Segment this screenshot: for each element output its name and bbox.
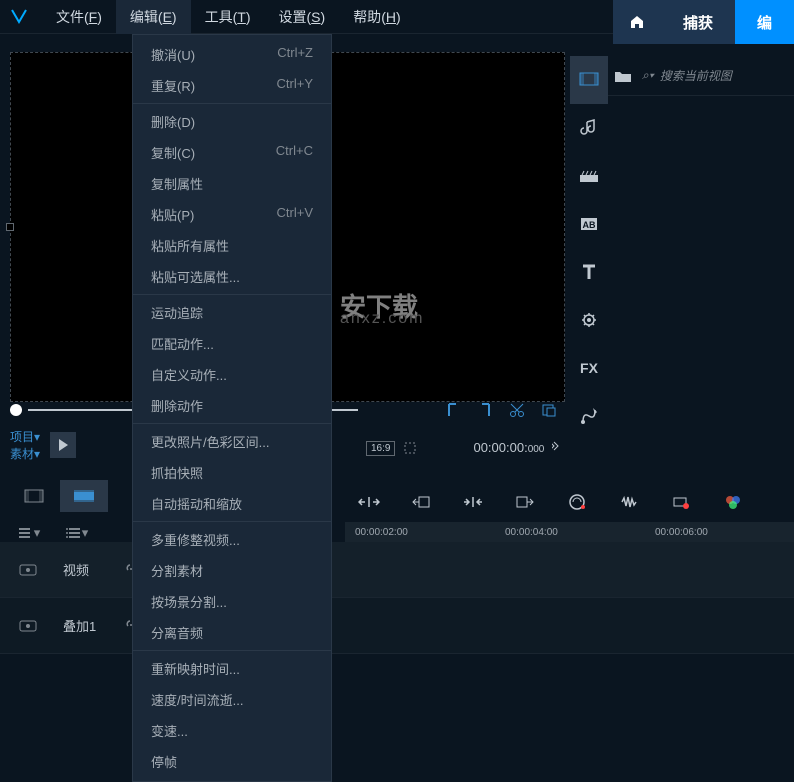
edit-menu-dropdown: 撤消(U)Ctrl+Z重复(R)Ctrl+Y删除(D)复制(C)Ctrl+C复制… bbox=[132, 34, 332, 782]
fit-button[interactable] bbox=[355, 488, 383, 516]
audio-button[interactable] bbox=[615, 488, 643, 516]
menu-item[interactable]: 分割素材 bbox=[133, 555, 331, 586]
menu-file[interactable]: 文件(F) bbox=[42, 0, 116, 34]
menu-item[interactable]: 删除(D) bbox=[133, 106, 331, 137]
menu-item[interactable]: 删除动作 bbox=[133, 390, 331, 424]
tab-capture[interactable]: 捕获 bbox=[661, 0, 735, 44]
menu-item[interactable]: 更改照片/色彩区间... bbox=[133, 426, 331, 457]
track-options-icon[interactable]: ▾ bbox=[58, 522, 96, 544]
path-category-icon[interactable] bbox=[570, 392, 608, 440]
menu-item[interactable]: 运动追踪 bbox=[133, 297, 331, 328]
storyboard-mode[interactable] bbox=[10, 480, 58, 512]
menu-item[interactable]: 撤消(U)Ctrl+Z bbox=[133, 39, 331, 70]
menu-help[interactable]: 帮助(H) bbox=[339, 0, 414, 34]
ruler-tick: 00:00:04:00 bbox=[505, 527, 558, 538]
menu-item[interactable]: 粘贴(P)Ctrl+V bbox=[133, 199, 331, 230]
prev-edit-button[interactable] bbox=[407, 488, 435, 516]
menu-item[interactable]: 重新映射时间... bbox=[133, 653, 331, 684]
text-category-icon[interactable] bbox=[570, 248, 608, 296]
title-category-icon[interactable]: AB bbox=[570, 200, 608, 248]
effects-button[interactable] bbox=[563, 488, 591, 516]
graphics-category-icon[interactable] bbox=[570, 296, 608, 344]
menu-item[interactable]: 自定义动作... bbox=[133, 359, 331, 390]
tab-edit[interactable]: 编 bbox=[735, 0, 794, 44]
ruler-tick: 00:00:06:00 bbox=[655, 527, 708, 538]
media-category-icon[interactable] bbox=[570, 56, 608, 104]
search-icon: ⌕▾ bbox=[642, 68, 654, 83]
aspect-ratio[interactable]: 16:9 bbox=[366, 441, 395, 456]
library-category-bar: AB FX bbox=[570, 56, 608, 440]
watermark-sub: anxz.com bbox=[340, 310, 424, 328]
mark-in-icon[interactable] bbox=[441, 398, 465, 422]
menu-item[interactable]: 粘贴可选属性... bbox=[133, 261, 331, 295]
timeline-tracks: 视频 ▾ 叠加1 ▾ bbox=[0, 542, 794, 654]
menu-item[interactable]: 粘贴所有属性 bbox=[133, 230, 331, 261]
split-icon[interactable] bbox=[537, 398, 561, 422]
track-visibility-icon[interactable] bbox=[0, 598, 55, 653]
track-label: 叠加1 bbox=[55, 612, 125, 639]
aspect-timecode: 16:9 00:00:00:000 bbox=[366, 440, 560, 456]
playhead-dot[interactable] bbox=[10, 404, 22, 416]
timeline-toolbar bbox=[355, 488, 747, 516]
mark-out-icon[interactable] bbox=[473, 398, 497, 422]
fx-category-icon[interactable]: FX bbox=[570, 344, 608, 392]
track-util-bar: ▾ ▾ bbox=[10, 522, 96, 544]
color-button[interactable] bbox=[719, 488, 747, 516]
menu-item[interactable]: 多重修整视频... bbox=[133, 524, 331, 555]
menu-item[interactable]: 匹配动作... bbox=[133, 328, 331, 359]
menu-item[interactable]: 按场景分割... bbox=[133, 586, 331, 617]
resize-handle-left[interactable] bbox=[6, 223, 14, 231]
record-button[interactable] bbox=[667, 488, 695, 516]
ruler-tick: 00:00:02:00 bbox=[355, 527, 408, 538]
transitions-category-icon[interactable] bbox=[570, 152, 608, 200]
tab-home[interactable] bbox=[613, 0, 661, 44]
next-edit-button[interactable] bbox=[511, 488, 539, 516]
split-clip-button[interactable] bbox=[459, 488, 487, 516]
menu-item[interactable]: 变速... bbox=[133, 715, 331, 746]
view-mode-tabs bbox=[10, 480, 110, 512]
workspace-tabs: 捕获 编 bbox=[613, 0, 794, 44]
project-tabs: 项目▾ 素材▾ bbox=[10, 428, 76, 462]
timeline-mode[interactable] bbox=[60, 480, 108, 512]
folder-icon[interactable] bbox=[614, 69, 632, 83]
track-visibility-icon[interactable] bbox=[0, 542, 55, 597]
menu-tools[interactable]: 工具(T) bbox=[191, 0, 265, 34]
menu-item[interactable]: 分离音频 bbox=[133, 617, 331, 651]
menu-item[interactable]: 抓拍快照 bbox=[133, 457, 331, 488]
tab-project[interactable]: 项目▾ bbox=[10, 428, 40, 445]
track-row[interactable]: 视频 ▾ bbox=[0, 542, 794, 598]
menu-item[interactable]: 重复(R)Ctrl+Y bbox=[133, 70, 331, 104]
menu-settings[interactable]: 设置(S) bbox=[265, 0, 340, 34]
menu-item[interactable]: 自动摇动和缩放 bbox=[133, 488, 331, 522]
app-logo-icon bbox=[8, 6, 30, 28]
menu-edit[interactable]: 编辑(E) bbox=[116, 0, 191, 34]
scissors-icon[interactable] bbox=[505, 398, 529, 422]
timecode-display[interactable]: 00:00:00:000 bbox=[473, 440, 560, 456]
track-row[interactable]: 叠加1 ▾ bbox=[0, 598, 794, 654]
menu-item[interactable]: 复制属性 bbox=[133, 168, 331, 199]
tab-clip[interactable]: 素材▾ bbox=[10, 445, 40, 462]
audio-category-icon[interactable] bbox=[570, 104, 608, 152]
track-label: 视频 bbox=[55, 556, 125, 583]
play-button[interactable] bbox=[50, 432, 76, 458]
menu-item[interactable]: 速度/时间流逝... bbox=[133, 684, 331, 715]
crop-icon[interactable] bbox=[403, 441, 417, 455]
timeline-ruler[interactable]: 00:00:02:00 00:00:04:00 00:00:06:00 bbox=[345, 522, 794, 542]
menu-item[interactable]: 停帧 bbox=[133, 746, 331, 777]
track-list-icon[interactable]: ▾ bbox=[10, 522, 48, 544]
search-input[interactable]: ⌕▾ 搜索当前视图 bbox=[642, 67, 786, 84]
svg-text:AB: AB bbox=[583, 220, 596, 230]
menu-item[interactable]: 复制(C)Ctrl+C bbox=[133, 137, 331, 168]
